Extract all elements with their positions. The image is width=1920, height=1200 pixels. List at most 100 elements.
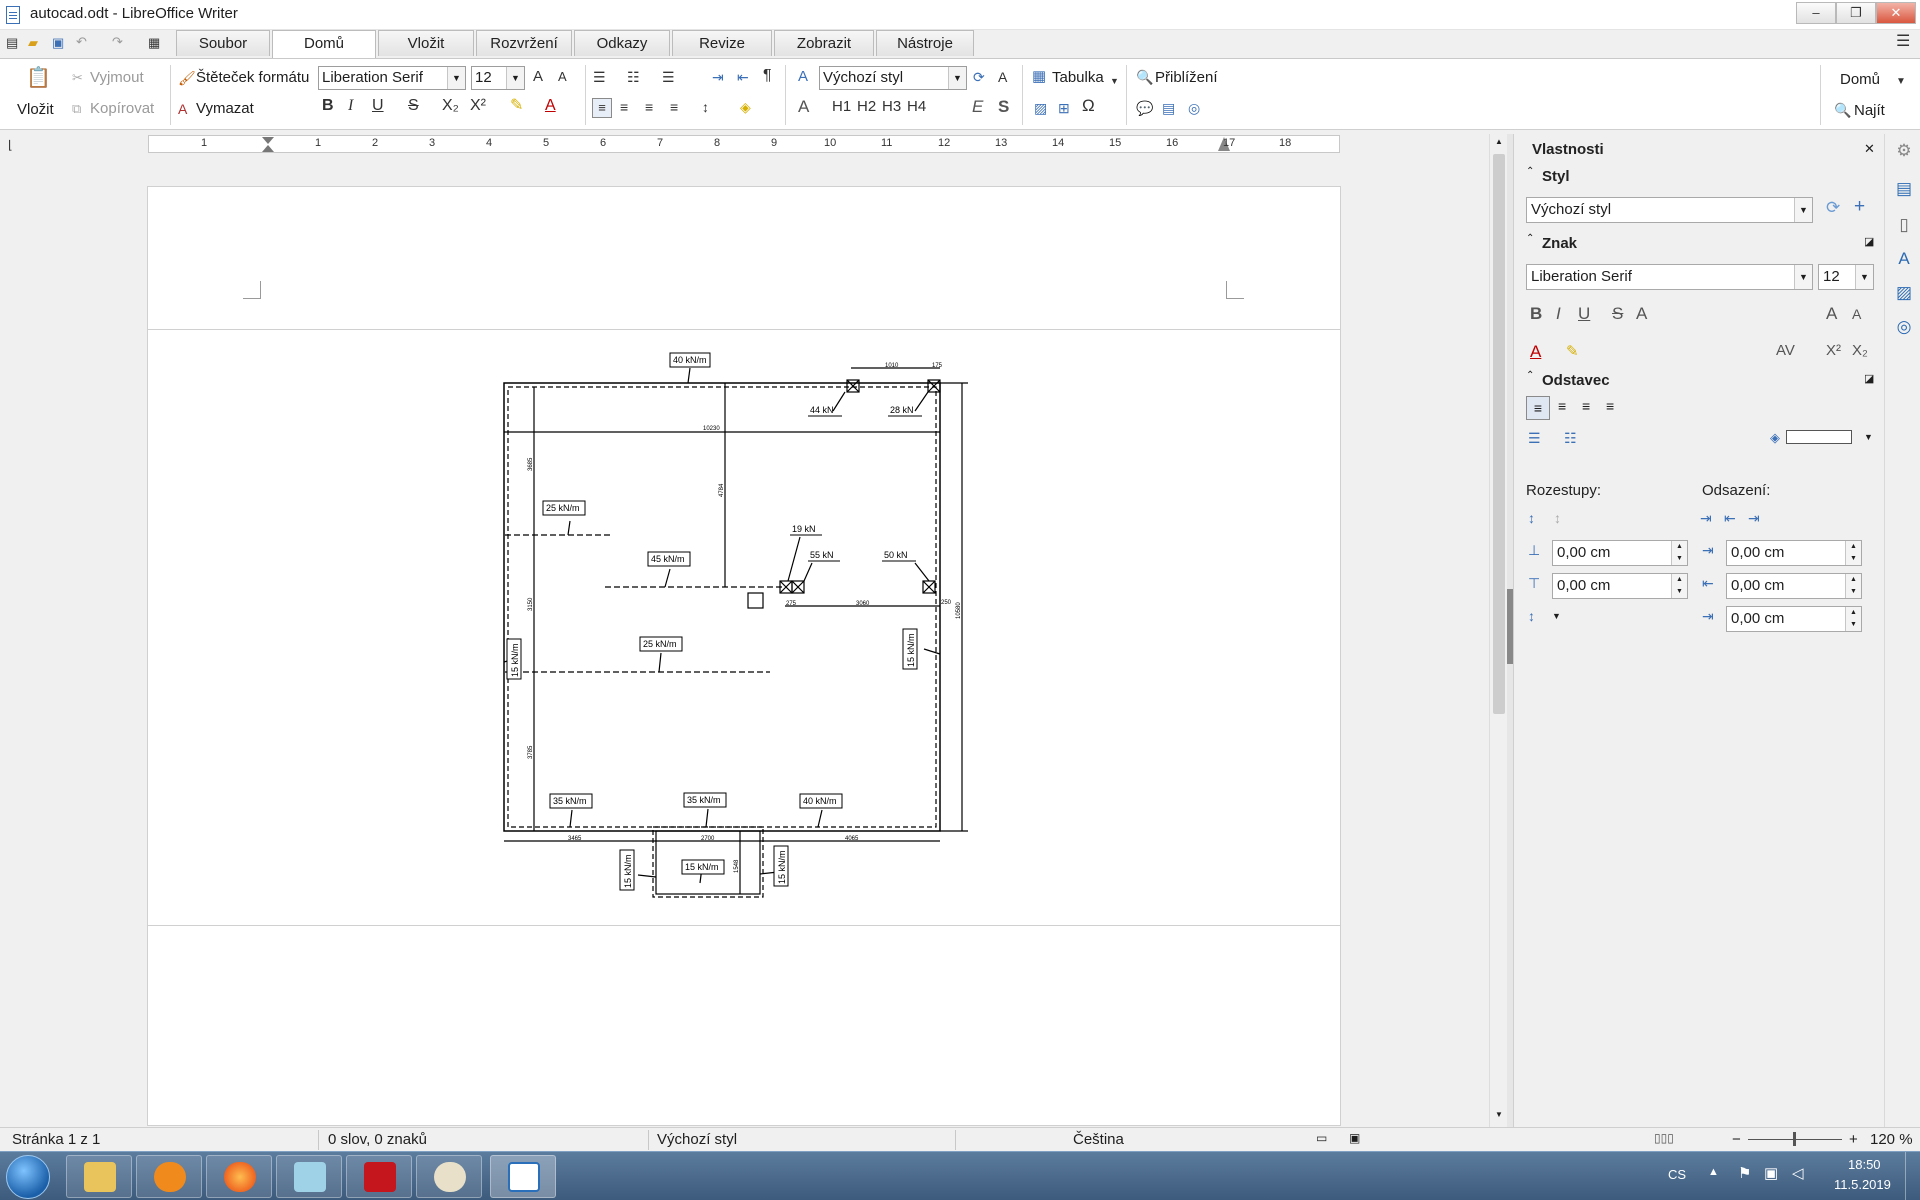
taskbar-explorer[interactable]	[66, 1155, 132, 1198]
character-spacing-icon[interactable]: AV	[1776, 342, 1795, 359]
tab-vlozit[interactable]: Vložit	[378, 30, 474, 56]
scrollbar-thumb[interactable]	[1493, 154, 1505, 714]
indent-first-line-input[interactable]: 0,00 cm ▲ ▼	[1726, 606, 1862, 632]
grow-font-icon[interactable]: A	[1826, 304, 1837, 324]
align-center-icon[interactable]: ≡	[1558, 398, 1566, 414]
redo-icon[interactable]: ↷	[112, 33, 123, 51]
bold-icon[interactable]: B	[322, 97, 334, 115]
scroll-up-icon[interactable]: ▲	[1495, 137, 1503, 146]
line-spacing-icon[interactable]: ↕	[702, 98, 709, 116]
language[interactable]: Čeština	[1073, 1131, 1124, 1148]
strikethrough-icon[interactable]: S	[1612, 304, 1623, 324]
collapse-icon[interactable]: ⌃	[1526, 233, 1534, 244]
word-count[interactable]: 0 slov, 0 znaků	[328, 1131, 427, 1148]
taskbar-autocad[interactable]	[346, 1155, 412, 1198]
indent-icon[interactable]: ⇥	[1748, 510, 1760, 527]
tab-stop-icon[interactable]: ⌊	[8, 136, 13, 154]
highlight-icon[interactable]: ✎	[1566, 342, 1579, 360]
heading2-button[interactable]: H2	[857, 98, 876, 116]
italic-icon[interactable]: I	[1556, 304, 1561, 324]
navigator-icon[interactable]: ◎	[1893, 316, 1915, 338]
update-style-icon[interactable]: ⟳	[1826, 198, 1840, 218]
new-document-icon[interactable]: ▤	[6, 34, 18, 52]
character-section-title[interactable]: Znak	[1542, 235, 1577, 252]
taskbar-writer[interactable]	[490, 1155, 556, 1198]
paragraph-spacing-icon[interactable]: ↕	[1554, 510, 1561, 526]
chart-icon[interactable]: ⊞	[1058, 99, 1070, 117]
tab-zobrazit[interactable]: Zobrazit	[774, 30, 874, 56]
paste-icon[interactable]: 📋	[26, 68, 51, 88]
clone-formatting-icon[interactable]: 🖌	[178, 69, 196, 87]
styles-icon[interactable]: A	[1893, 248, 1915, 270]
indent-icon[interactable]: ⇥	[1700, 510, 1712, 527]
gallery-icon[interactable]: ▨	[1893, 282, 1915, 304]
cut-button[interactable]: Vyjmout	[90, 69, 144, 86]
properties-icon[interactable]: ▤	[1893, 178, 1915, 200]
new-style-icon[interactable]: +	[1854, 196, 1865, 218]
volume-icon[interactable]: ◁	[1792, 1164, 1804, 1182]
align-center-icon[interactable]: ≡	[620, 98, 628, 116]
justify-icon[interactable]: ≡	[670, 98, 678, 116]
copy-button[interactable]: Kopírovat	[90, 100, 154, 117]
line-spacing-icon[interactable]: ↕	[1528, 608, 1535, 624]
spin-icon[interactable]: ▲ ▼	[1845, 541, 1861, 565]
tab-odkazy[interactable]: Odkazy	[574, 30, 670, 56]
update-style-icon[interactable]: ⟳	[973, 68, 985, 86]
italic-icon[interactable]: I	[348, 97, 353, 115]
justify-icon[interactable]: ≡	[1606, 398, 1614, 414]
grow-font-icon[interactable]: A	[533, 68, 543, 86]
spin-icon[interactable]: ▲ ▼	[1845, 607, 1861, 631]
sidebar-close-button[interactable]: ✕	[1864, 141, 1875, 157]
more-options-icon[interactable]: ◪	[1864, 235, 1874, 248]
taskbar-firefox[interactable]	[206, 1155, 272, 1198]
strikethrough-icon[interactable]: S	[408, 97, 419, 115]
cut-icon[interactable]: ✂	[72, 69, 83, 87]
paragraph-style-select[interactable]: Výchozí styl ▼	[1526, 197, 1813, 223]
outline-icon[interactable]: ☰	[662, 68, 675, 86]
page-style[interactable]: Výchozí styl	[657, 1131, 737, 1148]
collapse-icon[interactable]: ⌃	[1526, 370, 1534, 381]
open-folder-icon[interactable]: ▰	[28, 34, 38, 52]
clock-time[interactable]: 18:50	[1848, 1157, 1881, 1172]
superscript-icon[interactable]: X²	[1826, 342, 1841, 359]
menu-icon[interactable]: ☰	[1896, 33, 1910, 51]
vertical-scrollbar[interactable]: ▲ ▼	[1489, 134, 1507, 1127]
page-icon[interactable]: ▯	[1893, 214, 1915, 236]
bold-icon[interactable]: B	[1530, 304, 1542, 324]
spin-icon[interactable]: ▲ ▼	[1671, 541, 1687, 565]
zoom-level[interactable]: 120 %	[1870, 1131, 1913, 1148]
tab-domu[interactable]: Domů	[272, 30, 376, 58]
increase-indent-icon[interactable]: ⇥	[712, 68, 724, 86]
shrink-font-icon[interactable]: A	[1852, 306, 1861, 322]
minimize-button[interactable]: –	[1796, 2, 1836, 24]
table-button[interactable]: Tabulka	[1052, 69, 1104, 86]
paragraph-background-icon[interactable]: ◈	[740, 98, 751, 116]
copy-icon[interactable]: ⧉	[72, 100, 81, 118]
subscript-icon[interactable]: X₂	[442, 97, 459, 115]
zoom-out-icon[interactable]: −	[1732, 1131, 1741, 1148]
spacing-above-input[interactable]: 0,00 cm ▲ ▼	[1552, 540, 1688, 566]
clear-formatting-button[interactable]: Vymazat	[196, 100, 254, 117]
settings-icon[interactable]: ⚙	[1893, 140, 1915, 162]
ribbon-menu-button[interactable]: Domů	[1840, 71, 1880, 88]
styles-icon[interactable]: A	[798, 68, 808, 86]
indent-icon[interactable]: ⇤	[1724, 510, 1736, 527]
heading3-button[interactable]: H3	[882, 98, 901, 116]
tab-nastroje[interactable]: Nástroje	[876, 30, 974, 56]
navigator-icon[interactable]: ◎	[1188, 99, 1200, 117]
background-color-swatch[interactable]	[1786, 430, 1852, 444]
tab-soubor[interactable]: Soubor	[176, 30, 270, 56]
font-color-icon[interactable]: A	[545, 97, 556, 115]
underline-icon[interactable]: U	[1578, 304, 1590, 324]
undo-icon[interactable]: ↶	[76, 33, 87, 51]
view-layout-icon[interactable]: ▯▯▯	[1654, 1131, 1674, 1145]
decrease-indent-icon[interactable]: ⇤	[737, 68, 749, 86]
horizontal-ruler[interactable]: 1 1 2 3 4 5 6 7 8 9 10 11 12 13 14 15 16…	[148, 135, 1340, 153]
paste-button[interactable]: Vložit	[17, 101, 54, 118]
shadow-icon[interactable]: A	[1636, 304, 1647, 324]
shrink-font-icon[interactable]: A	[558, 68, 567, 86]
print-icon[interactable]: ▦	[148, 34, 160, 52]
paragraph-section-title[interactable]: Odstavec	[1542, 372, 1610, 389]
indent-marker-icon[interactable]	[262, 145, 274, 152]
more-options-icon[interactable]: ◪	[1864, 372, 1874, 385]
